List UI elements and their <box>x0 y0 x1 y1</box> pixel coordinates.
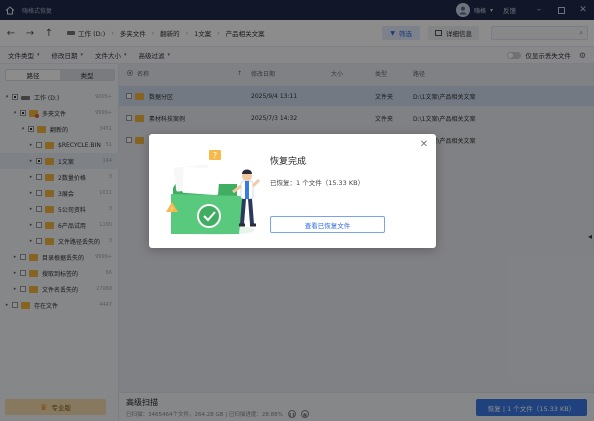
dialog-title: 恢复完成 <box>270 157 307 167</box>
svg-text:?: ? <box>213 151 217 160</box>
recovery-complete-dialog: ✕ ? ! 恢复完成 已恢复：1 个文件（15.33 KB） 查看已恢复文件 <box>149 134 436 248</box>
view-recovered-button[interactable]: 查看已恢复文件 <box>270 216 385 233</box>
collapse-panel-icon[interactable]: ◂ <box>588 232 592 241</box>
svg-text:!: ! <box>171 206 173 213</box>
folder-person-illustration: ? ! <box>163 146 271 238</box>
close-icon[interactable]: ✕ <box>418 138 430 150</box>
dialog-status: 已恢复：1 个文件（15.33 KB） <box>270 179 365 187</box>
